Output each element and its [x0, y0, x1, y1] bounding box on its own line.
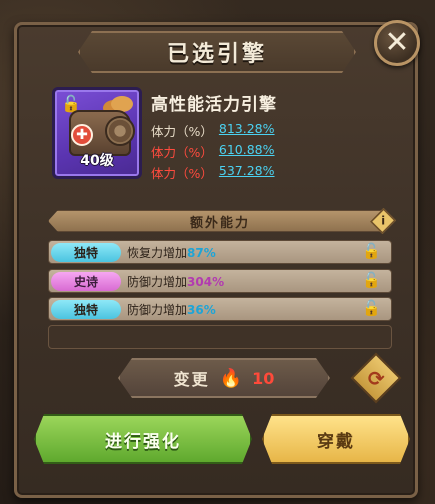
- ability-text: 防御力增加: [127, 274, 188, 289]
- refresh-icon: ⟳: [367, 365, 385, 390]
- dialog-title: 已选引擎: [166, 42, 267, 67]
- ability-row[interactable]: 独特 恢复力增加87% 🔓: [48, 240, 392, 264]
- stat-value: 537.28%: [218, 163, 275, 178]
- stat-row: 体力（%） 610.88%: [151, 142, 275, 161]
- section-title: 额外能力: [189, 215, 250, 231]
- rarity-tag: 独特: [51, 242, 121, 262]
- item-name: 高性能活力引擎: [151, 95, 277, 115]
- ability-desc: 防御力增加304%: [127, 273, 224, 290]
- ability-text: 恢复力增加: [127, 245, 188, 260]
- ability-desc: 恢复力增加87%: [127, 244, 216, 261]
- stat-row: 体力（%） 813.28%: [151, 121, 275, 140]
- ability-pct: 36%: [187, 302, 216, 317]
- extra-abilities-header: 额外能力: [48, 210, 392, 232]
- stat-label: 体力（%）: [151, 145, 213, 160]
- item-card[interactable]: 🔓 ✚ 40级: [52, 87, 142, 179]
- rarity-tag: 史诗: [51, 271, 121, 291]
- upgrade-label: 进行强化: [105, 431, 181, 452]
- dialog-title-plate: 已选引擎: [78, 31, 356, 73]
- lock-icon[interactable]: 🔓: [362, 299, 381, 317]
- stat-row: 体力（%） 537.28%: [151, 163, 275, 182]
- change-cost: 10: [252, 368, 275, 388]
- empty-ability-slot: [48, 325, 392, 349]
- item-level: 40级: [80, 153, 114, 169]
- stat-label: 体力（%）: [151, 124, 213, 139]
- change-label: 变更: [173, 370, 210, 389]
- info-icon: i: [381, 214, 385, 228]
- upgrade-button[interactable]: 进行强化: [34, 414, 252, 464]
- flame-icon: 🔥: [219, 367, 243, 389]
- close-button[interactable]: ✕: [374, 20, 420, 66]
- equip-button[interactable]: 穿戴: [262, 414, 410, 464]
- ability-desc: 防御力增加36%: [127, 301, 216, 318]
- stat-value: 610.88%: [218, 142, 275, 157]
- ability-row[interactable]: 独特 防御力增加36% 🔓: [48, 297, 392, 321]
- stat-label: 体力（%）: [151, 166, 213, 181]
- equip-label: 穿戴: [317, 431, 355, 452]
- gear-icon: [105, 116, 135, 146]
- ability-row[interactable]: 史诗 防御力增加304% 🔓: [48, 269, 392, 293]
- rarity-tag: 独特: [51, 299, 121, 319]
- stat-value: 813.28%: [218, 121, 275, 136]
- change-button[interactable]: 变更 🔥 10: [118, 358, 330, 398]
- ability-text: 防御力增加: [127, 302, 188, 317]
- heart-icon: ✚: [71, 124, 93, 146]
- ability-pct: 304%: [187, 274, 225, 289]
- lock-icon[interactable]: 🔓: [362, 242, 381, 260]
- ability-pct: 87%: [187, 245, 216, 260]
- lock-icon[interactable]: 🔓: [362, 271, 381, 289]
- close-icon: ✕: [384, 25, 410, 60]
